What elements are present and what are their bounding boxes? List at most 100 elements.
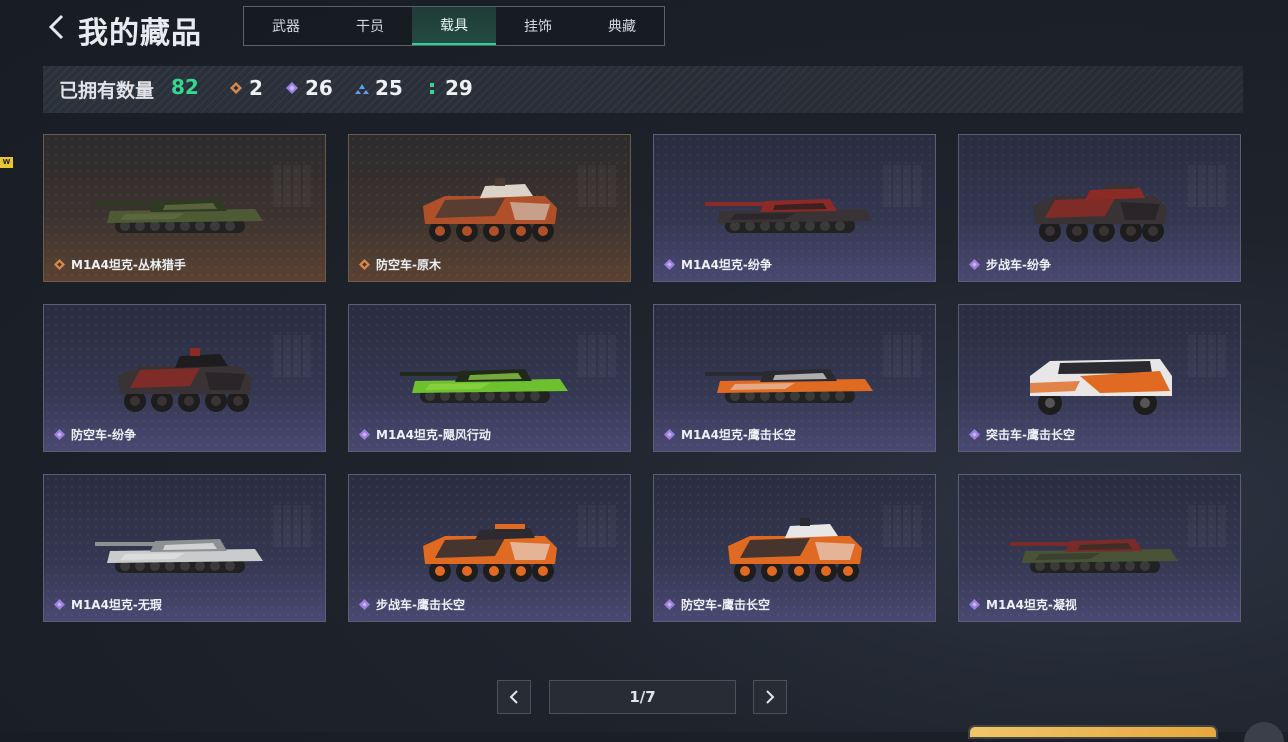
next-page-button[interactable]: [753, 680, 787, 714]
vehicle-card[interactable]: 步战车-纷争: [958, 134, 1241, 282]
vehicle-card[interactable]: M1A4坦克-飓风行动: [348, 304, 631, 452]
vehicle-card[interactable]: 防空车-原木: [348, 134, 631, 282]
previous-page-button[interactable]: [497, 680, 531, 714]
vehicle-name: M1A4坦克-无瑕: [71, 598, 162, 612]
vehicle-card[interactable]: M1A4坦克-无瑕: [43, 474, 326, 622]
purple-diamond-icon: [286, 82, 298, 94]
vehicle-label: M1A4坦克-丛林猎手: [54, 256, 186, 273]
card-decoration: [883, 335, 921, 377]
stat-green-value: 29: [445, 76, 473, 100]
tab-vehicles[interactable]: 载具: [412, 7, 496, 45]
vehicle-card[interactable]: M1A4坦克-纷争: [653, 134, 936, 282]
vehicle-image: [110, 346, 260, 416]
purple-diamond-icon: [969, 429, 980, 440]
vehicle-image: [720, 516, 870, 586]
card-decoration: [273, 335, 311, 377]
page-title: 我的藏品: [78, 16, 202, 51]
vehicle-name: M1A4坦克-丛林猎手: [71, 258, 186, 272]
stat-orange-value: 2: [249, 76, 263, 100]
vehicle-name: 突击车-鹰击长空: [986, 428, 1075, 442]
owned-stats-bar: 已拥有数量 82 2 26 25 29: [43, 66, 1243, 113]
vehicle-label: 防空车-原木: [359, 256, 441, 273]
card-decoration: [883, 165, 921, 207]
tab-weapons[interactable]: 武器: [244, 7, 328, 45]
stat-purple: 26: [285, 76, 333, 100]
stat-green: 29: [425, 76, 473, 100]
stat-orange: 2: [229, 76, 263, 100]
purple-diamond-icon: [969, 259, 980, 270]
owned-count-total: 82: [171, 75, 199, 99]
bottom-round-button[interactable]: [1244, 722, 1284, 742]
tab-charms[interactable]: 挂饰: [496, 7, 580, 45]
bottom-action-button[interactable]: [968, 725, 1218, 739]
vehicle-label: M1A4坦克-无瑕: [54, 596, 162, 613]
vehicle-card[interactable]: 防空车-鹰击长空: [653, 474, 936, 622]
vehicle-image: [1009, 521, 1190, 581]
vehicle-image: [1020, 341, 1180, 421]
vehicle-image: [704, 181, 885, 241]
card-decoration: [578, 505, 616, 547]
card-decoration: [1188, 505, 1226, 547]
card-decoration: [578, 165, 616, 207]
vehicle-card[interactable]: 步战车-鹰击长空: [348, 474, 631, 622]
card-decoration: [883, 505, 921, 547]
stat-blue: 25: [355, 76, 403, 100]
tab-operators[interactable]: 干员: [328, 7, 412, 45]
vehicle-name: 防空车-鹰击长空: [681, 598, 770, 612]
header: 我的藏品 武器 干员 载具 挂饰 典藏: [0, 0, 1288, 60]
vehicle-label: 突击车-鹰击长空: [969, 426, 1075, 443]
purple-diamond-icon: [54, 599, 65, 610]
vehicle-image: [704, 351, 885, 411]
card-decoration: [1188, 335, 1226, 377]
tab-collections[interactable]: 典藏: [580, 7, 664, 45]
vehicle-label: 防空车-鹰击长空: [664, 596, 770, 613]
purple-diamond-icon: [54, 429, 65, 440]
vehicle-card[interactable]: M1A4坦克-丛林猎手: [43, 134, 326, 282]
vehicle-card[interactable]: M1A4坦克-鹰击长空: [653, 304, 936, 452]
purple-diamond-icon: [359, 599, 370, 610]
category-tabs: 武器 干员 载具 挂饰 典藏: [243, 6, 665, 46]
vehicle-image: [94, 521, 275, 581]
back-button[interactable]: [44, 12, 70, 42]
vehicle-card[interactable]: M1A4坦克-凝视: [958, 474, 1241, 622]
side-tag[interactable]: W: [0, 157, 13, 168]
vehicle-name: M1A4坦克-纷争: [681, 258, 772, 272]
stat-purple-value: 26: [305, 76, 333, 100]
purple-diamond-icon: [969, 599, 980, 610]
chevron-right-icon: [766, 690, 775, 704]
purple-diamond-icon: [664, 259, 675, 270]
orange-diamond-icon: [359, 259, 370, 270]
vehicle-label: 步战车-鹰击长空: [359, 596, 465, 613]
vehicle-name: M1A4坦克-鹰击长空: [681, 428, 796, 442]
chevron-left-icon: [48, 14, 64, 40]
vehicle-name: 防空车-原木: [376, 258, 441, 272]
page-indicator: 1/7: [549, 680, 736, 714]
chevron-left-icon: [509, 690, 518, 704]
vehicle-image: [415, 516, 565, 586]
card-decoration: [1188, 165, 1226, 207]
vehicle-label: 防空车-纷争: [54, 426, 136, 443]
vehicle-name: 步战车-鹰击长空: [376, 598, 465, 612]
owned-count-label: 已拥有数量: [59, 80, 155, 102]
vehicle-label: M1A4坦克-凝视: [969, 596, 1077, 613]
orange-diamond-icon: [54, 259, 65, 270]
vehicle-name: 防空车-纷争: [71, 428, 136, 442]
vehicle-name: M1A4坦克-凝视: [986, 598, 1077, 612]
purple-diamond-icon: [664, 429, 675, 440]
vehicle-image: [1025, 176, 1175, 246]
vehicle-name: M1A4坦克-飓风行动: [376, 428, 491, 442]
green-dots-icon: [430, 83, 434, 94]
vehicle-card[interactable]: 突击车-鹰击长空: [958, 304, 1241, 452]
purple-diamond-icon: [664, 599, 675, 610]
card-decoration: [273, 505, 311, 547]
vehicle-label: M1A4坦克-纷争: [664, 256, 772, 273]
card-decoration: [578, 335, 616, 377]
stat-blue-value: 25: [375, 76, 403, 100]
orange-diamond-icon: [230, 82, 242, 94]
vehicle-label: M1A4坦克-鹰击长空: [664, 426, 796, 443]
vehicle-name: 步战车-纷争: [986, 258, 1051, 272]
vehicle-label: M1A4坦克-飓风行动: [359, 426, 491, 443]
blue-triangle-icon: [355, 84, 369, 94]
vehicle-card[interactable]: 防空车-纷争: [43, 304, 326, 452]
vehicle-image: [399, 351, 580, 411]
